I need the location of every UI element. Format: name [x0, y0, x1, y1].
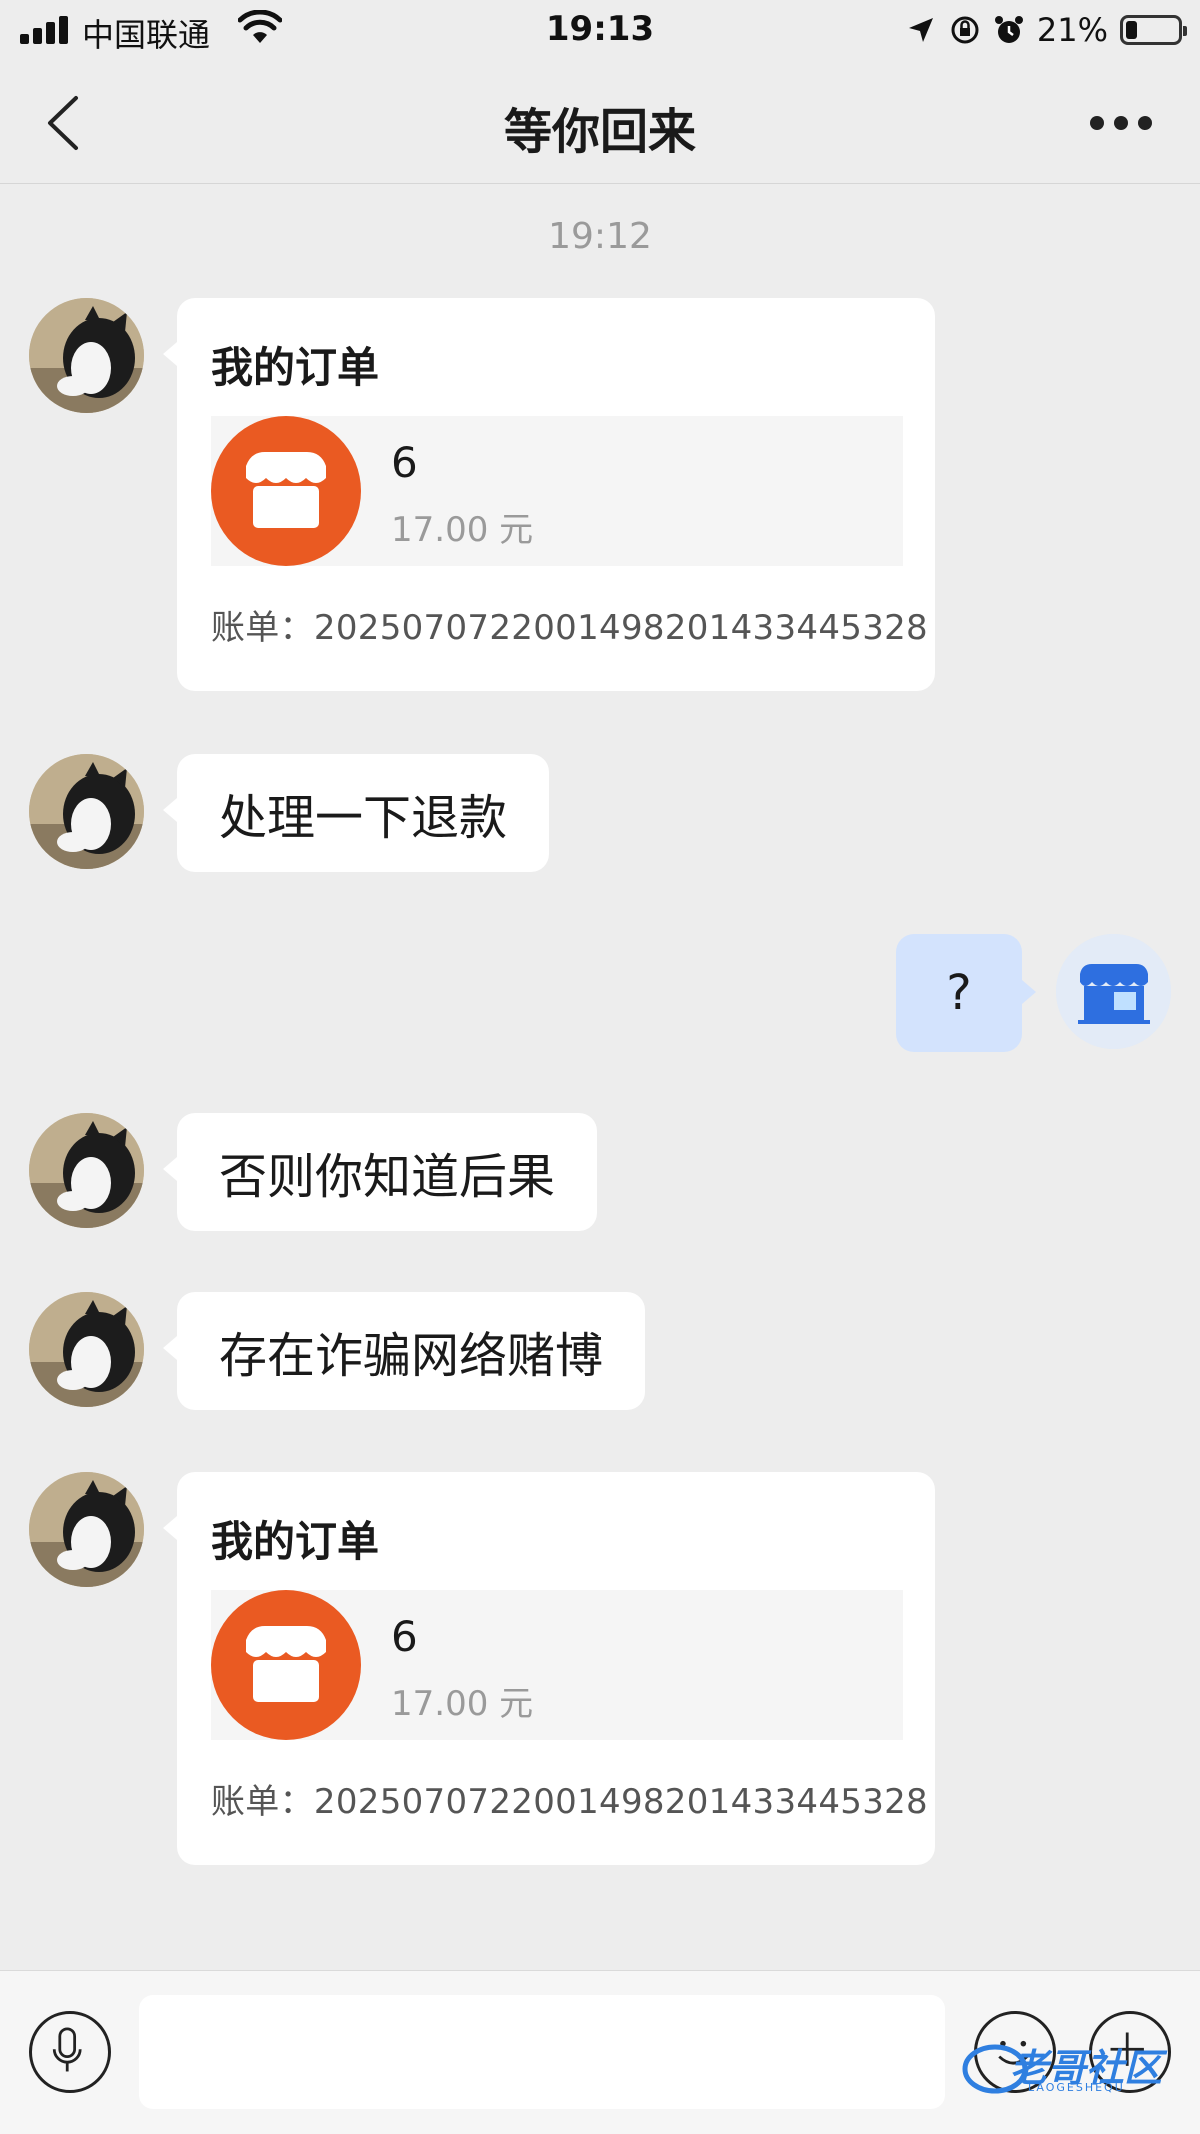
- chat-area[interactable]: 19:12 我的订单 6 17.00 元 账单：2025070722001498…: [0, 185, 1200, 1970]
- watermark-subtext: LAOGESHEQU: [1028, 2081, 1125, 2094]
- store-icon: [211, 416, 361, 566]
- order-card[interactable]: 我的订单 6 17.00 元 账单：2025070722001498201433…: [163, 298, 935, 691]
- alarm-icon: [994, 16, 1023, 43]
- message-bubble[interactable]: 存在诈骗网络赌博: [162, 1292, 646, 1410]
- order-card-title: 我的订单: [211, 343, 380, 392]
- order-item-name: 6: [391, 438, 418, 487]
- order-card-title: 我的订单: [211, 1517, 380, 1566]
- watermark-logo: 老哥社区 LAOGESHEQU: [960, 2031, 1190, 2101]
- contact-avatar[interactable]: [29, 754, 144, 869]
- more-dots-icon[interactable]: [1090, 104, 1160, 140]
- order-item-name: 6: [391, 1612, 418, 1661]
- order-bill-number: 账单：2025070722001498201433445328: [211, 1782, 928, 1822]
- my-store-avatar[interactable]: [1056, 934, 1171, 1049]
- order-item[interactable]: 6 17.00 元: [211, 416, 903, 566]
- battery-icon: [1120, 15, 1187, 45]
- status-bar: 中国联通 19:13 21%: [0, 0, 1200, 62]
- input-bar: 老哥社区 LAOGESHEQU: [0, 1970, 1200, 2134]
- order-item-price: 17.00 元: [391, 510, 534, 550]
- message-bubble[interactable]: 否则你知道后果: [162, 1113, 598, 1231]
- sent-message-bubble[interactable]: ?: [896, 934, 1036, 1052]
- microphone-icon[interactable]: [29, 2011, 111, 2093]
- message-timestamp: 19:12: [548, 216, 652, 257]
- battery-fill: [1126, 21, 1137, 39]
- contact-avatar[interactable]: [29, 298, 144, 413]
- store-icon: [211, 1590, 361, 1740]
- contact-avatar[interactable]: [29, 1113, 144, 1228]
- message-input[interactable]: [139, 1995, 945, 2109]
- order-bill-number: 账单：2025070722001498201433445328: [211, 608, 928, 648]
- status-right-group: 21%: [905, 10, 1187, 50]
- chat-title: 等你回来: [503, 104, 696, 160]
- contact-avatar[interactable]: [29, 1292, 144, 1407]
- orientation-lock-icon: [951, 16, 979, 44]
- order-card[interactable]: 我的订单 6 17.00 元 账单：2025070722001498201433…: [163, 1472, 935, 1865]
- order-item[interactable]: 6 17.00 元: [211, 1590, 903, 1740]
- order-item-price: 17.00 元: [391, 1684, 534, 1724]
- contact-avatar[interactable]: [29, 1472, 144, 1587]
- nav-bar: 等你回来: [0, 62, 1200, 184]
- battery-percent: 21%: [1036, 11, 1108, 49]
- message-bubble[interactable]: 处理一下退款: [162, 754, 550, 872]
- location-arrow-icon: [908, 18, 933, 42]
